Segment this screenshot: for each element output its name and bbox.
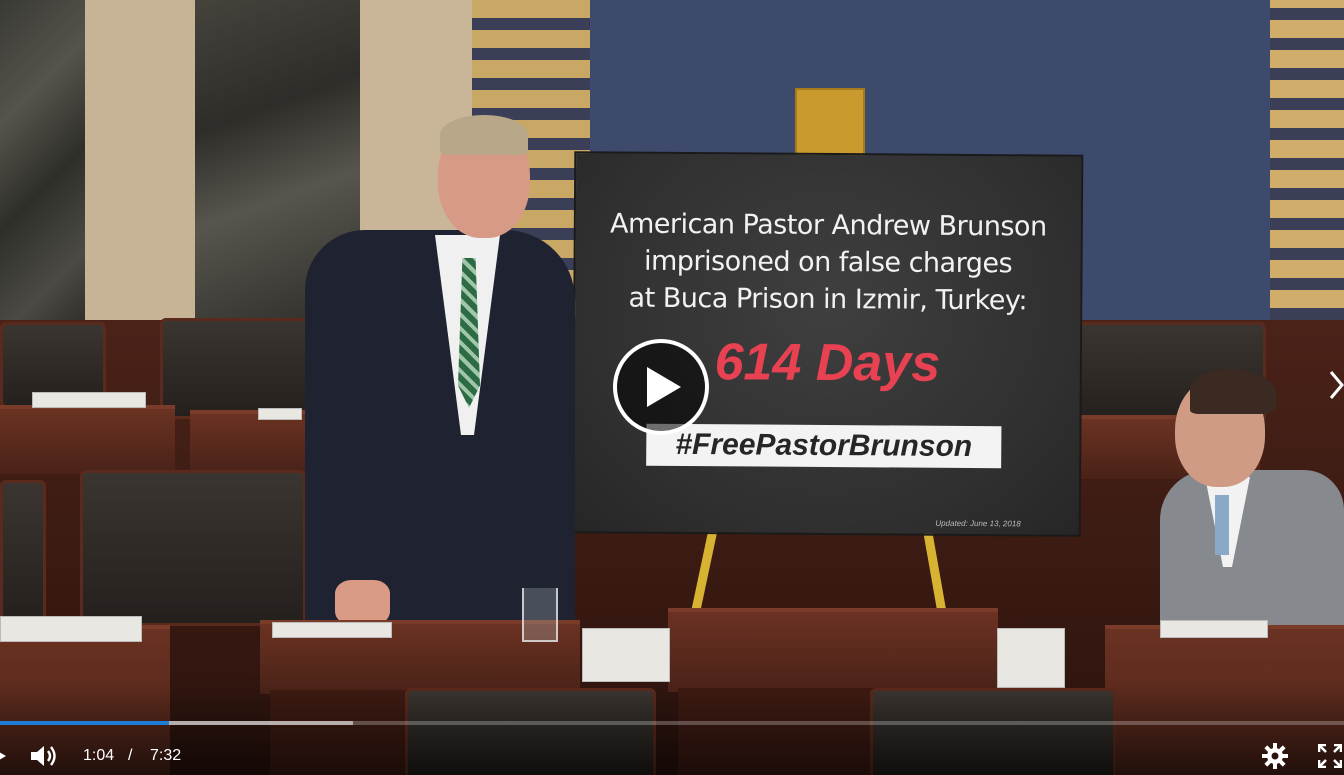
- volume-button[interactable]: [31, 738, 59, 774]
- gold-plaque: [795, 88, 865, 158]
- hair: [440, 115, 528, 155]
- chevron-right-icon[interactable]: [1328, 368, 1344, 402]
- water-glass: [522, 588, 558, 642]
- tie: [1215, 495, 1229, 555]
- paper-stack: [997, 628, 1065, 688]
- suit: [1160, 470, 1344, 635]
- video-player[interactable]: American Pastor Andrew Brunson imprisone…: [0, 0, 1344, 775]
- gear-icon: [1262, 743, 1288, 769]
- sign-line-1: American Pastor Andrew Brunson: [609, 208, 1047, 243]
- aide: [1120, 365, 1344, 635]
- sign-line-3: at Buca Prison in Izmir, Turkey:: [628, 282, 1028, 317]
- current-time: 1:04: [83, 738, 114, 774]
- play-icon: [0, 752, 6, 760]
- paper: [1160, 620, 1268, 638]
- sign-hashtag: #FreePastorBrunson: [646, 423, 1002, 469]
- suit: [305, 230, 575, 630]
- paper: [272, 622, 392, 638]
- speaker: [295, 110, 595, 630]
- fullscreen-icon: [1318, 744, 1342, 768]
- wall-pillar: [85, 0, 195, 330]
- volume-icon: [31, 746, 56, 766]
- play-icon: [647, 367, 681, 407]
- hand: [335, 580, 390, 625]
- current-time-text: 1:04: [83, 747, 115, 764]
- control-bar: 1:04 / 7:32: [0, 738, 1344, 774]
- chair: [80, 470, 306, 626]
- desk: [0, 405, 175, 474]
- duration-text: 7:32: [150, 747, 182, 764]
- marble-column: [0, 0, 90, 330]
- time-separator-text: /: [128, 747, 133, 764]
- settings-button[interactable]: [1262, 738, 1288, 774]
- sign-updated-date: Updated: June 13, 2018: [935, 518, 1021, 529]
- play-button[interactable]: [613, 339, 709, 435]
- progress-played: [0, 721, 170, 725]
- desk: [668, 608, 998, 692]
- play-control-button[interactable]: [0, 738, 6, 774]
- time-separator: /: [128, 738, 132, 774]
- paper: [0, 616, 142, 642]
- fullscreen-button[interactable]: [1318, 738, 1344, 774]
- duration: 7:32: [150, 738, 181, 774]
- chair: [0, 480, 46, 626]
- sign-line-2: imprisoned on false charges: [643, 245, 1013, 280]
- chair: [160, 318, 316, 419]
- paper-stack: [582, 628, 670, 682]
- hair: [1190, 369, 1276, 414]
- paper: [32, 392, 146, 408]
- progress-bar[interactable]: [0, 721, 1344, 725]
